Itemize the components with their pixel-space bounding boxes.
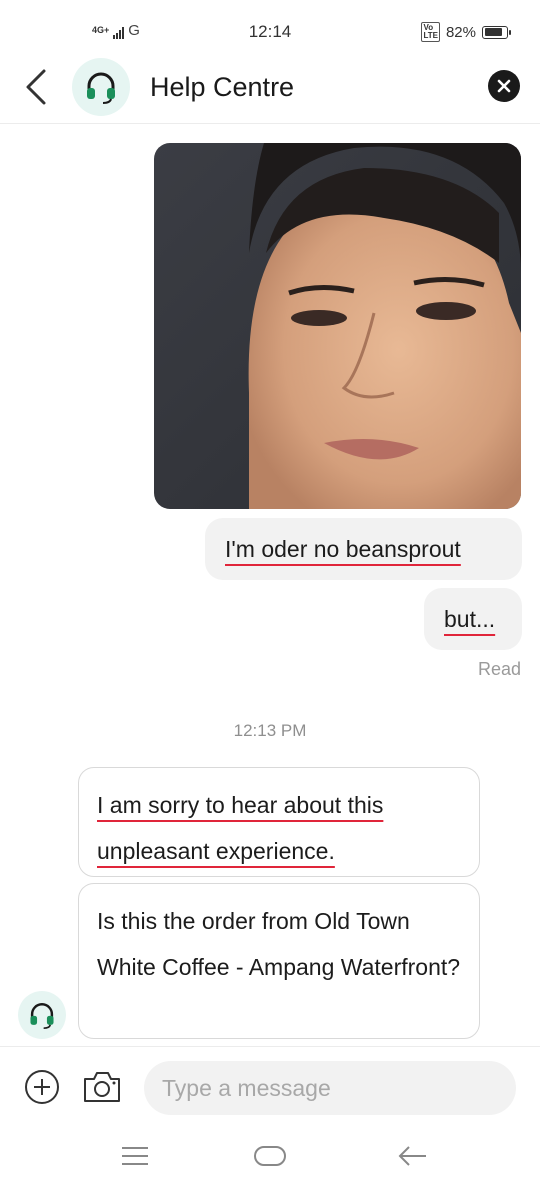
message-text: but... bbox=[444, 606, 496, 632]
arrow-left-icon bbox=[398, 1146, 426, 1166]
outgoing-message[interactable]: I'm oder no beansprout bbox=[205, 518, 522, 580]
chevron-left-icon bbox=[26, 69, 46, 105]
message-text: I am sorry to hear about this unpleasant… bbox=[97, 792, 384, 864]
battery-icon bbox=[482, 25, 511, 39]
page-title: Help Centre bbox=[150, 72, 295, 102]
agent-avatar bbox=[72, 58, 130, 116]
back-nav-button[interactable] bbox=[396, 1142, 428, 1170]
message-composer bbox=[0, 1046, 540, 1128]
photo-message[interactable] bbox=[154, 143, 521, 509]
outgoing-message[interactable]: but... bbox=[424, 588, 522, 650]
message-text: I'm oder no beansprout bbox=[225, 536, 461, 562]
chat-thread[interactable]: I'm oder no beansprout but... Read 12:13… bbox=[0, 125, 540, 1045]
status-bar: 4G+ G 12:14 Vo LTE 82% bbox=[0, 0, 540, 60]
headset-icon bbox=[87, 72, 115, 104]
incoming-message[interactable]: Is this the order from Old Town White Co… bbox=[78, 883, 480, 1039]
battery-percent: 82% bbox=[445, 23, 476, 41]
menu-nav-button[interactable] bbox=[120, 1142, 150, 1170]
headset-icon bbox=[30, 1003, 54, 1029]
home-nav-button[interactable] bbox=[253, 1142, 287, 1170]
close-icon bbox=[497, 79, 511, 93]
system-navigation-bar bbox=[0, 1128, 540, 1188]
read-receipt: Read bbox=[477, 659, 521, 679]
camera-icon bbox=[84, 1072, 120, 1102]
incoming-message[interactable]: I am sorry to hear about this unpleasant… bbox=[78, 767, 480, 877]
status-right: Vo LTE 82% bbox=[421, 22, 511, 42]
photo-image bbox=[154, 143, 521, 509]
message-input[interactable] bbox=[144, 1061, 516, 1115]
back-button[interactable] bbox=[18, 66, 54, 108]
message-timestamp: 12:13 PM bbox=[233, 721, 307, 740]
message-text: Is this the order from Old Town White Co… bbox=[97, 908, 461, 980]
chat-header: Help Centre bbox=[0, 56, 540, 124]
menu-icon bbox=[122, 1147, 148, 1165]
home-icon bbox=[254, 1146, 286, 1166]
close-button[interactable] bbox=[488, 70, 520, 102]
add-attachment-button[interactable] bbox=[24, 1069, 60, 1105]
plus-circle-icon bbox=[25, 1070, 59, 1104]
camera-button[interactable] bbox=[82, 1069, 122, 1105]
volte-icon: Vo LTE bbox=[421, 22, 440, 42]
agent-avatar bbox=[18, 991, 66, 1039]
